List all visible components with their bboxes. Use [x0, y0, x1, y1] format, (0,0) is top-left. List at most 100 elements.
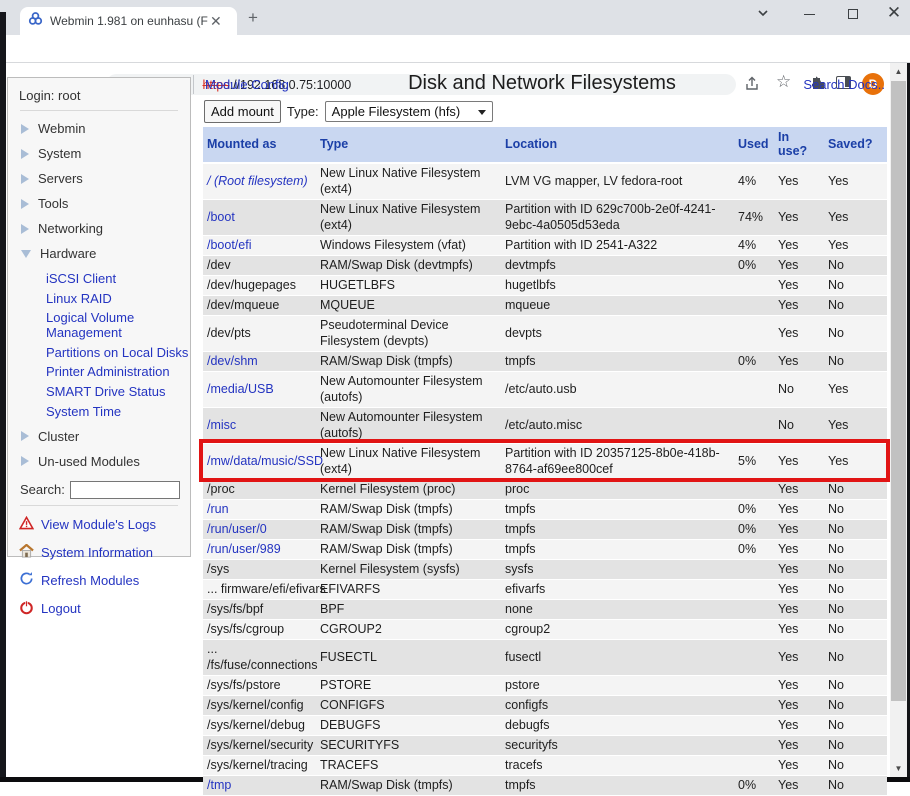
new-tab-icon[interactable]: + — [248, 8, 258, 28]
footer-link-label[interactable]: View Module's Logs — [41, 517, 156, 532]
sidebar-link-smart-drive-status[interactable]: SMART Drive Status — [46, 384, 190, 399]
cell-mounted-as: ... /fs/fuse/connections — [203, 639, 316, 675]
window-maximize-icon[interactable] — [848, 9, 858, 19]
sidebar-link-linux-raid[interactable]: Linux RAID — [46, 291, 190, 306]
mount-link[interactable]: /mw/data/music/SSD — [207, 454, 323, 468]
sidebar-item-system[interactable]: System — [21, 146, 190, 161]
sidebar-nav: Webmin System Servers Tools Networking Hardwa… — [19, 121, 190, 469]
search-docs-link[interactable]: Search Docs.. — [740, 77, 885, 92]
cell-mounted-as[interactable]: /dev/shm — [203, 351, 316, 371]
column-header-mounted-as: Mounted as — [203, 127, 316, 163]
sidebar-item-cluster[interactable]: Cluster — [21, 429, 190, 444]
cell-type: New Linux Native Filesystem (ext4) — [316, 163, 501, 200]
cell-used — [734, 315, 774, 351]
chevron-collapsed-icon — [21, 456, 29, 466]
cell-used — [734, 579, 774, 599]
browser-tab[interactable]: Webmin 1.981 on eunhasu (Fed ✕ — [20, 7, 237, 35]
cell-used: 74% — [734, 199, 774, 235]
browser-toolbar: ← → ↻ 주의 요함 https ://192.168.0.75:10000 … — [0, 35, 910, 63]
mount-link[interactable]: /boot/efi — [207, 238, 251, 252]
chevron-collapsed-icon — [21, 199, 29, 209]
mount-text: /proc — [207, 482, 235, 496]
cell-location: Partition with ID 2541-A322 — [501, 235, 734, 255]
sidebar-link-system-time[interactable]: System Time — [46, 404, 190, 419]
cell-used — [734, 695, 774, 715]
footer-link-label[interactable]: Refresh Modules — [41, 573, 139, 588]
sidebar-item-un-used-modules[interactable]: Un-used Modules — [21, 454, 190, 469]
column-header-used: Used — [734, 127, 774, 163]
sidebar-item-webmin[interactable]: Webmin — [21, 121, 190, 136]
cell-used — [734, 559, 774, 579]
sidebar-item-hardware[interactable]: Hardware — [21, 246, 190, 261]
cell-saved: No — [824, 579, 887, 599]
mount-link[interactable]: / (Root filesystem) — [207, 174, 308, 188]
cell-type: HUGETLBFS — [316, 275, 501, 295]
sidebar-link-partitions-on-local-disks[interactable]: Partitions on Local Disks — [46, 345, 190, 360]
cell-used: 0% — [734, 255, 774, 275]
sidebar-item-networking[interactable]: Networking — [21, 221, 190, 236]
cell-saved: No — [824, 559, 887, 579]
table-row: /run/user/0RAM/Swap Disk (tmpfs)tmpfs0%Y… — [203, 519, 887, 539]
browser-tab-bar: Webmin 1.981 on eunhasu (Fed ✕ + ✕ — [0, 0, 910, 35]
cell-type: EFIVARFS — [316, 579, 501, 599]
cell-mounted-as[interactable]: /boot — [203, 199, 316, 235]
cell-saved: No — [824, 695, 887, 715]
table-row: /dev/ptsPseudoterminal Device Filesystem… — [203, 315, 887, 351]
mount-link[interactable]: /run/user/0 — [207, 522, 267, 536]
window-close-icon[interactable]: ✕ — [881, 3, 907, 23]
mount-link[interactable]: /run — [207, 502, 229, 516]
cell-mounted-as[interactable]: /boot/efi — [203, 235, 316, 255]
cell-used — [734, 715, 774, 735]
sidebar-item-servers[interactable]: Servers — [21, 171, 190, 186]
cell-used: 0% — [734, 539, 774, 559]
cell-type: New Linux Native Filesystem (ext4) — [316, 443, 501, 479]
tab-close-icon[interactable]: ✕ — [210, 13, 222, 30]
cell-mounted-as[interactable]: /media/USB — [203, 371, 316, 407]
sidebar-link-printer-administration[interactable]: Printer Administration — [46, 364, 190, 379]
sidebar-link-iscsi-client[interactable]: iSCSI Client — [46, 271, 190, 286]
cell-in-use: Yes — [774, 675, 824, 695]
page-scrollbar[interactable]: ▲ ▼ — [890, 63, 907, 777]
scrollbar-thumb[interactable] — [891, 81, 906, 701]
cell-used: 0% — [734, 499, 774, 519]
cell-type: SECURITYFS — [316, 735, 501, 755]
add-mount-button[interactable]: Add mount — [204, 100, 281, 123]
cell-in-use: No — [774, 371, 824, 407]
scroll-down-icon[interactable]: ▼ — [890, 760, 907, 777]
filesystem-type-select[interactable]: Apple Filesystem (hfs) — [325, 101, 493, 122]
tab-search-chevron-icon[interactable] — [756, 6, 770, 25]
cell-mounted-as[interactable]: /run/user/989 — [203, 539, 316, 559]
sidebar-item-tools[interactable]: Tools — [21, 196, 190, 211]
mount-link[interactable]: /boot — [207, 210, 235, 224]
table-row: /procKernel Filesystem (proc)procYesNo — [203, 479, 887, 499]
cell-mounted-as[interactable]: /run — [203, 499, 316, 519]
cell-in-use: Yes — [774, 479, 824, 499]
cell-mounted-as: /sys/kernel/tracing — [203, 755, 316, 775]
sidebar-item-label: Un-used Modules — [38, 454, 140, 469]
cell-saved: No — [824, 735, 887, 755]
cell-saved: Yes — [824, 443, 887, 479]
window-minimize-icon[interactable] — [804, 14, 815, 15]
mount-link[interactable]: /dev/shm — [207, 354, 258, 368]
sidebar-link-logical-volume-management[interactable]: Logical Volume Management — [46, 310, 190, 340]
mount-link[interactable]: /misc — [207, 418, 236, 432]
cell-mounted-as[interactable]: /run/user/0 — [203, 519, 316, 539]
mount-link[interactable]: /run/user/989 — [207, 542, 281, 556]
cell-mounted-as[interactable]: / (Root filesystem) — [203, 163, 316, 200]
cell-saved: Yes — [824, 407, 887, 443]
cell-mounted-as[interactable]: /misc — [203, 407, 316, 443]
footer-link-system-information: System Information — [19, 544, 190, 561]
footer-link-label[interactable]: System Information — [41, 545, 153, 560]
cell-type: BPF — [316, 599, 501, 619]
search-input[interactable] — [70, 481, 180, 499]
search-label: Search: — [20, 482, 65, 497]
footer-link-label[interactable]: Logout — [41, 601, 81, 616]
scroll-up-icon[interactable]: ▲ — [890, 63, 907, 80]
cell-type: New Automounter Filesystem (autofs) — [316, 407, 501, 443]
mount-link[interactable]: /tmp — [207, 778, 231, 792]
cell-mounted-as[interactable]: /tmp — [203, 775, 316, 795]
cell-mounted-as: /dev/hugepages — [203, 275, 316, 295]
cell-mounted-as[interactable]: /mw/data/music/SSD — [203, 443, 316, 479]
cell-type: RAM/Swap Disk (tmpfs) — [316, 775, 501, 795]
mount-link[interactable]: /media/USB — [207, 382, 274, 396]
